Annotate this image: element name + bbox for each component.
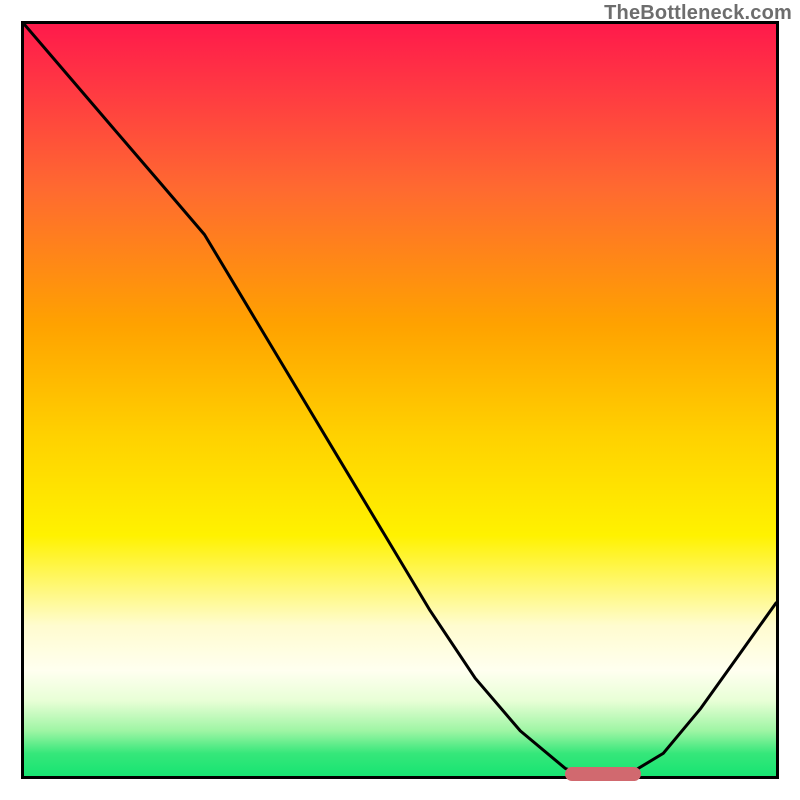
attribution-watermark: TheBottleneck.com (604, 2, 792, 25)
optimal-marker (565, 767, 640, 781)
plot-area (21, 21, 779, 779)
curve-layer (24, 24, 776, 776)
chart-container: TheBottleneck.com (0, 0, 800, 800)
bottleneck-curve (24, 24, 776, 776)
